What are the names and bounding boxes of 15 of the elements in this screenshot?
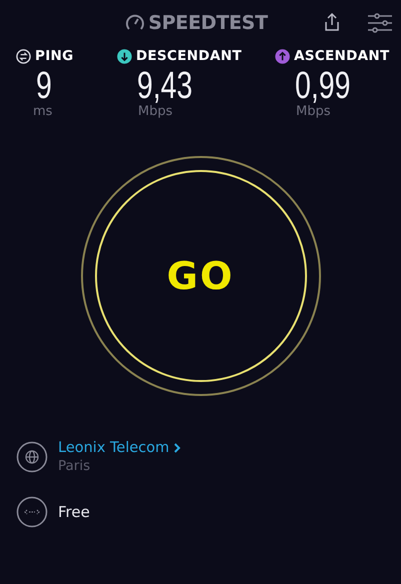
chevron-icon bbox=[174, 443, 182, 453]
metric-unit: Mbps bbox=[296, 104, 330, 119]
metric-label: DESCENDANT bbox=[136, 48, 242, 64]
server-location: Paris bbox=[58, 458, 92, 474]
settings-icon[interactable] bbox=[367, 12, 393, 34]
share-icon[interactable] bbox=[324, 12, 340, 32]
app-logo: SPEEDTEST bbox=[148, 12, 268, 34]
connection-icon bbox=[16, 496, 48, 528]
go-button[interactable]: GO bbox=[94, 170, 306, 382]
globe-icon bbox=[16, 441, 48, 473]
metric-unit: Mbps bbox=[138, 104, 172, 119]
metric-label: PING bbox=[35, 48, 74, 64]
connection-name: Free bbox=[58, 503, 90, 521]
server-name[interactable]: Leonix Telecom bbox=[58, 440, 170, 456]
metric-label: ASCENDANT bbox=[294, 48, 390, 64]
